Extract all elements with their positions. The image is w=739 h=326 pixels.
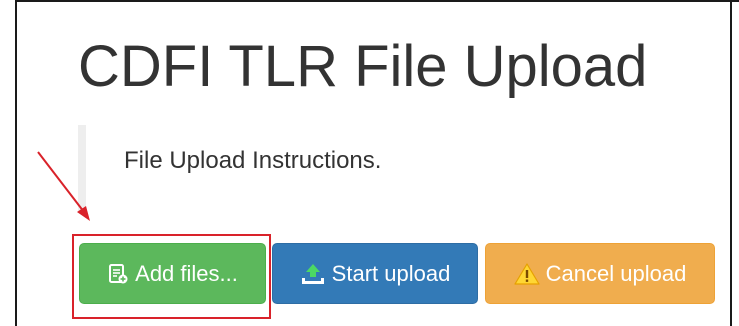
cancel-upload-label: Cancel upload (545, 260, 687, 286)
instructions-text: File Upload Instructions. (124, 147, 382, 174)
warning-icon (514, 262, 540, 286)
frame-line-left (15, 0, 17, 326)
start-upload-button[interactable]: Start upload (272, 243, 478, 304)
frame-line-top (15, 0, 739, 2)
add-files-button[interactable]: Add files... (79, 243, 266, 304)
cancel-upload-button[interactable]: Cancel upload (485, 243, 715, 304)
screenshot-stage: CDFI TLR File Upload File Upload Instruc… (0, 0, 739, 326)
start-upload-label: Start upload (331, 260, 451, 286)
page-title: CDFI TLR File Upload (78, 34, 648, 99)
frame-line-right (730, 0, 732, 326)
add-files-label: Add files... (135, 260, 238, 286)
file-add-icon (107, 263, 129, 285)
instructions-blockquote: File Upload Instructions. (78, 125, 718, 211)
upload-tray-icon (300, 262, 326, 286)
